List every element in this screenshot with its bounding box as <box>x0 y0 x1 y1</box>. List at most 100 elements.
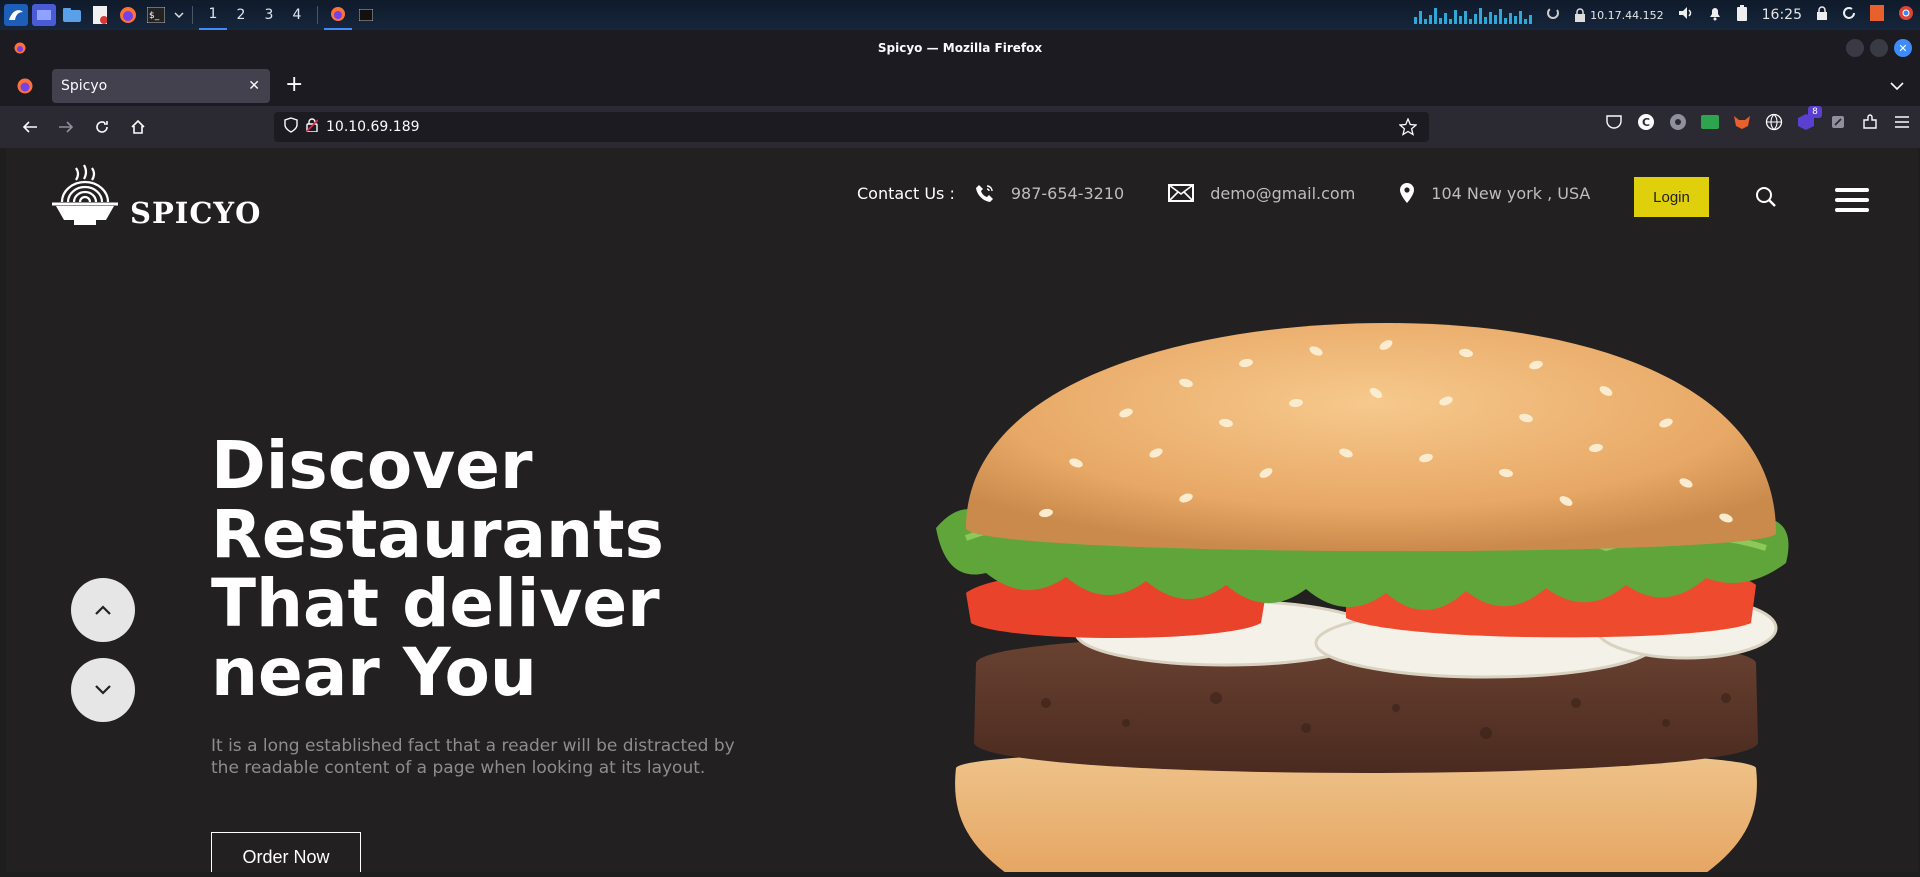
cpu-graph-bar <box>1524 19 1528 24</box>
search-icon[interactable] <box>1755 186 1777 212</box>
hero-title-line: Discover <box>211 427 533 504</box>
cpu-graph-bar <box>1414 17 1418 24</box>
pen-extension-icon[interactable] <box>1828 112 1848 132</box>
minimize-button[interactable] <box>1846 39 1864 57</box>
page-content: SPICYO Contact Us : 987-654-3210 demo@gm… <box>6 148 1918 872</box>
volume-icon[interactable] <box>1678 6 1694 24</box>
forward-button[interactable] <box>48 112 84 142</box>
cpu-graph-bar <box>1424 19 1428 24</box>
chevron-down-icon[interactable] <box>172 4 186 26</box>
hamburger-menu-icon[interactable] <box>1835 188 1869 218</box>
cpu-graph-bar <box>1494 15 1498 24</box>
terminal-launcher-icon[interactable]: $_ <box>144 4 168 26</box>
slider-down-button[interactable] <box>71 658 135 722</box>
pocket-icon[interactable] <box>1604 112 1624 132</box>
desktop-icon[interactable] <box>32 4 56 26</box>
back-button[interactable] <box>12 112 48 142</box>
app-menu-icon[interactable] <box>1892 112 1912 132</box>
url-bar[interactable]: 10.10.69.189 <box>274 112 1429 142</box>
url-text[interactable]: 10.10.69.189 <box>326 119 420 135</box>
home-button[interactable] <box>120 112 156 142</box>
battery-icon[interactable] <box>1736 5 1748 25</box>
new-tab-button[interactable]: + <box>285 72 303 97</box>
hero-title-line: near You <box>211 634 537 711</box>
taskbar-separator <box>192 6 193 24</box>
fox-extension-icon[interactable] <box>1732 112 1752 132</box>
contact-email[interactable]: demo@gmail.com <box>1168 184 1355 203</box>
cpu-graph-bar <box>1444 13 1448 24</box>
cpu-graph-bar <box>1449 19 1453 24</box>
map-pin-icon <box>1400 183 1415 203</box>
chrome-icon[interactable] <box>1898 5 1914 25</box>
taskbar-firefox-window[interactable] <box>324 0 352 30</box>
cpu-graph-bar <box>1514 16 1518 24</box>
tab-bar: Spicyo ✕ + <box>0 66 1920 106</box>
clock[interactable]: 16:25 <box>1762 7 1802 23</box>
insecure-lock-icon[interactable] <box>305 118 319 136</box>
globe-icon[interactable] <box>1764 112 1784 132</box>
os-taskbar: $_ 1 2 3 4 10.17.44.152 16:25 <box>0 0 1920 30</box>
address-text: 104 New york , USA <box>1431 183 1591 203</box>
cpu-graph-bar <box>1459 16 1463 24</box>
chevron-up-icon <box>95 605 111 615</box>
site-logo[interactable]: SPICYO <box>50 164 261 234</box>
nav-bar: 10.10.69.189 C 8 <box>0 106 1920 148</box>
lock-screen-icon[interactable] <box>1816 6 1828 24</box>
svg-text:$_: $_ <box>149 11 160 21</box>
contact-bar: Contact Us : 987-654-3210 demo@gmail.com… <box>857 182 1634 204</box>
notification-bell-icon[interactable] <box>1708 5 1722 25</box>
burp-icon[interactable] <box>1870 5 1884 25</box>
workspace-3[interactable]: 3 <box>255 0 283 30</box>
login-button[interactable]: Login <box>1634 177 1709 217</box>
network-icon[interactable]: 10.17.44.152 <box>1574 8 1664 22</box>
cpu-graph-bar <box>1469 19 1473 24</box>
envelope-icon <box>1168 184 1195 202</box>
window-title: Spicyo — Mozilla Firefox <box>877 41 1043 55</box>
noodle-bowl-logo-icon <box>50 164 120 234</box>
cpu-graph-bar <box>1499 9 1503 24</box>
cpu-graph-bar <box>1479 8 1483 24</box>
contact-phone[interactable]: 987-654-3210 <box>975 183 1124 203</box>
phone-icon <box>975 185 993 202</box>
loading-icon <box>1546 6 1560 24</box>
list-all-tabs-icon[interactable] <box>1890 76 1904 95</box>
extensions-toolbar: C 8 <box>1604 106 1912 132</box>
foxyproxy-icon[interactable] <box>1700 112 1720 132</box>
cpu-graph-bar <box>1529 15 1533 24</box>
workspace-2[interactable]: 2 <box>227 0 255 30</box>
hackbar-icon[interactable]: 8 <box>1796 106 1822 132</box>
hero-title-line: Restaurants <box>211 496 664 573</box>
phone-number: 987-654-3210 <box>1010 183 1125 203</box>
kali-menu-icon[interactable] <box>4 4 28 26</box>
brand-name: SPICYO <box>130 196 262 230</box>
text-editor-icon[interactable] <box>88 4 112 26</box>
taskbar-terminal-window[interactable] <box>352 0 380 30</box>
close-window-button[interactable]: ✕ <box>1894 39 1912 57</box>
order-now-button[interactable]: Order Now <box>211 832 361 872</box>
tracking-protection-icon[interactable] <box>284 117 298 137</box>
firefox-view-icon[interactable] <box>17 78 33 98</box>
file-manager-icon[interactable] <box>60 4 84 26</box>
hero-title-line: That deliver <box>211 565 660 642</box>
cpu-graph-bar <box>1429 15 1433 24</box>
extensions-puzzle-icon[interactable] <box>1860 112 1880 132</box>
tab-spicyo[interactable]: Spicyo ✕ <box>52 69 270 103</box>
bookmark-star-icon[interactable] <box>1398 117 1418 140</box>
workspace-4[interactable]: 4 <box>283 0 311 30</box>
ip-address: 10.17.44.152 <box>1590 8 1664 22</box>
contact-address[interactable]: 104 New york , USA <box>1399 182 1590 204</box>
reload-button[interactable] <box>84 112 120 142</box>
maximize-button[interactable] <box>1870 39 1888 57</box>
firefox-icon <box>14 42 26 57</box>
tab-title: Spicyo <box>61 78 108 94</box>
cookie-editor-icon[interactable]: C <box>1636 112 1656 132</box>
cpu-graph-bar <box>1439 18 1443 24</box>
svg-text:C: C <box>1642 116 1650 129</box>
window-titlebar: Spicyo — Mozilla Firefox ✕ <box>0 30 1920 66</box>
workspace-1[interactable]: 1 <box>199 0 227 30</box>
firefox-launcher-icon[interactable] <box>116 4 140 26</box>
slider-up-button[interactable] <box>71 578 135 642</box>
refresh-session-icon[interactable] <box>1842 6 1856 24</box>
wappalyzer-icon[interactable] <box>1668 112 1688 132</box>
close-tab-icon[interactable]: ✕ <box>248 78 260 94</box>
